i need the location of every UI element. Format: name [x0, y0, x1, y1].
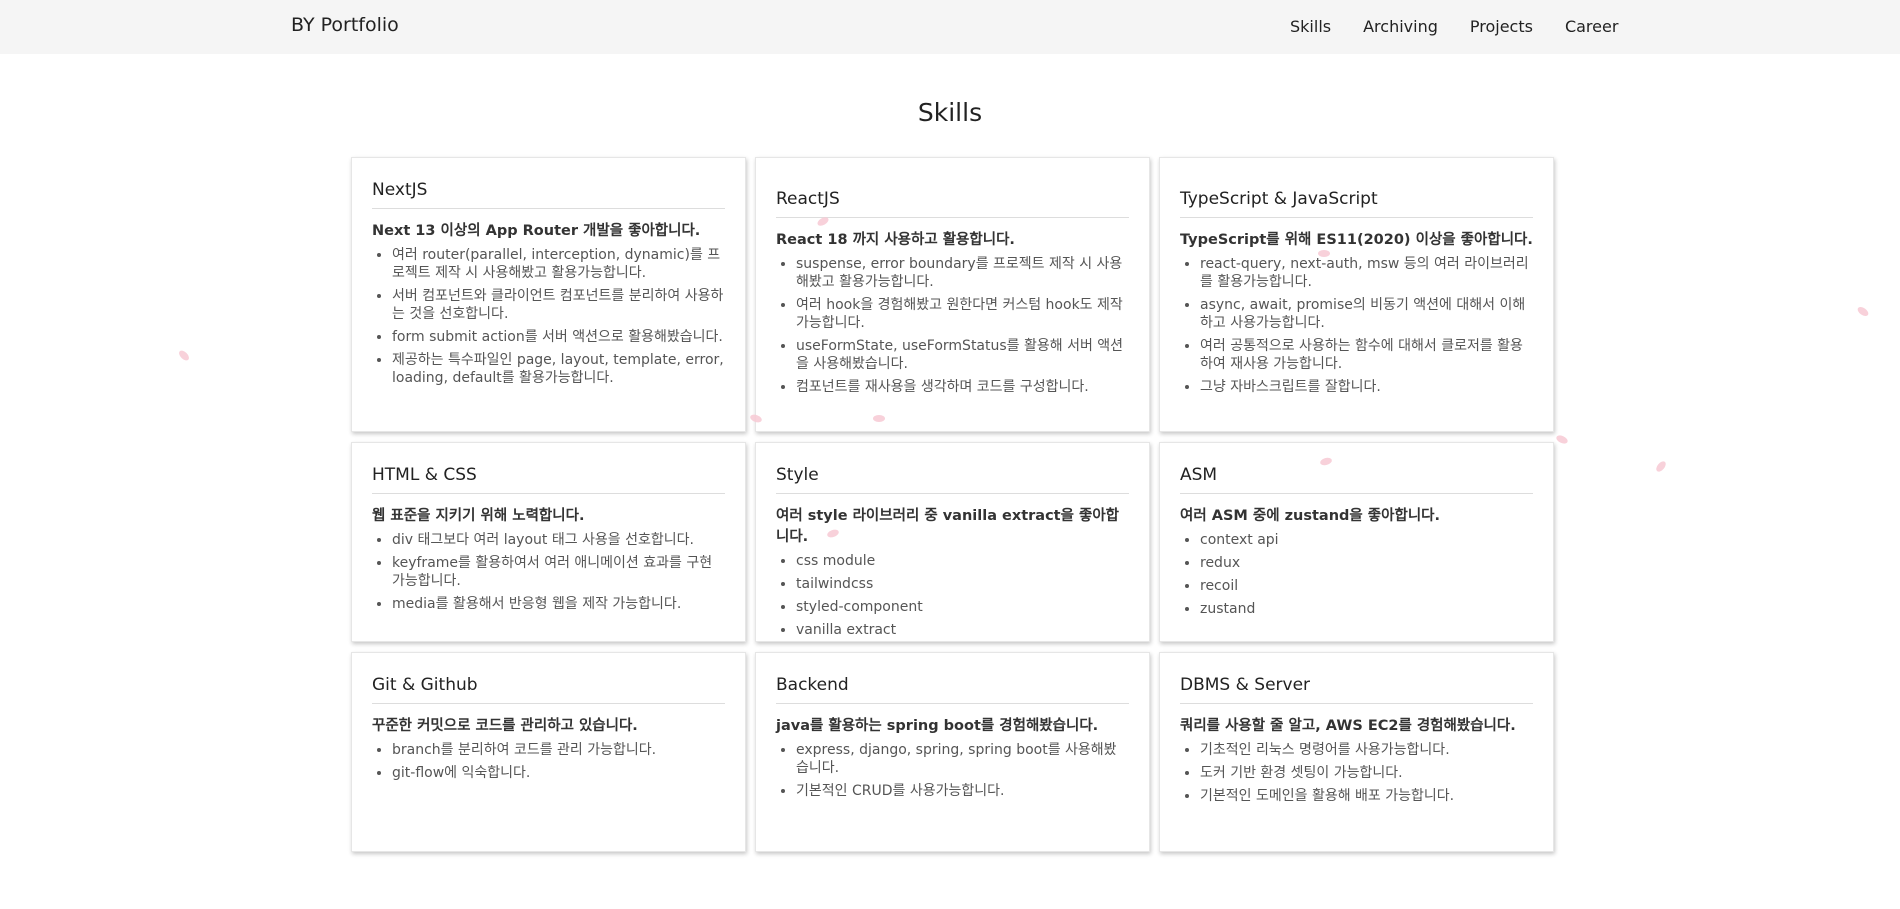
- card-subtitle: 쿼리를 사용할 줄 알고, AWS EC2를 경험해봤습니다.: [1180, 718, 1516, 734]
- list-item: express, django, spring, spring boot를 사용…: [796, 741, 1129, 777]
- card-list: div 태그보다 여러 layout 태그 사용을 선호합니다. keyfram…: [372, 531, 725, 618]
- main-nav: Skills Archiving Projects Career: [1290, 17, 1618, 36]
- card-list: react-query, next-auth, msw 등의 여러 라이브러리를…: [1180, 255, 1533, 401]
- skill-card-backend: Backend java를 활용하는 spring boot를 경험해봤습니다.…: [755, 652, 1150, 852]
- skill-card-dbms-server: DBMS & Server 쿼리를 사용할 줄 알고, AWS EC2를 경험해…: [1159, 652, 1554, 852]
- list-item: css module: [796, 552, 1129, 570]
- list-item: styled-component: [796, 598, 1129, 616]
- skill-card-style: Style 여러 style 라이브러리 중 vanilla extract을 …: [755, 442, 1150, 642]
- list-item: 제공하는 특수파일인 page, layout, template, error…: [392, 351, 725, 387]
- skill-card-typescript-javascript: TypeScript & JavaScript TypeScript를 위해 E…: [1159, 157, 1554, 432]
- list-item: div 태그보다 여러 layout 태그 사용을 선호합니다.: [392, 531, 725, 549]
- card-list: css module tailwindcss styled-component …: [776, 552, 1129, 644]
- list-item: keyframe를 활용하여서 여러 애니메이션 효과를 구현 가능합니다.: [392, 554, 725, 590]
- list-item: form submit action를 서버 액션으로 활용해봤습니다.: [392, 328, 725, 346]
- list-item: 여러 hook을 경험해봤고 원한다면 커스텀 hook도 제작가능합니다.: [796, 296, 1129, 332]
- card-list: suspense, error boundary를 프로젝트 제작 시 사용해봤…: [776, 255, 1129, 401]
- list-item: 그냥 자바스크립트를 잘합니다.: [1200, 378, 1533, 396]
- list-item: vanilla extract: [796, 621, 1129, 639]
- brand-logo[interactable]: BY Portfolio: [291, 14, 399, 36]
- card-title: ASM: [1180, 465, 1533, 494]
- list-item: react-query, next-auth, msw 등의 여러 라이브러리를…: [1200, 255, 1533, 291]
- skills-grid: NextJS Next 13 이상의 App Router 개발을 좋아합니다.…: [351, 157, 1554, 852]
- skill-card-reactjs: ReactJS React 18 까지 사용하고 활용합니다. suspense…: [755, 157, 1150, 432]
- card-subtitle: TypeScript를 위해 ES11(2020) 이상을 좋아합니다.: [1180, 231, 1533, 248]
- card-list: context api redux recoil zustand: [1180, 531, 1533, 623]
- top-navbar: BY Portfolio Skills Archiving Projects C…: [0, 0, 1900, 54]
- skill-card-git-github: Git & Github 꾸준한 커밋으로 코드를 관리하고 있습니다. bra…: [351, 652, 746, 852]
- card-subtitle: Next 13 이상의 App Router 개발을 좋아합니다.: [372, 223, 701, 239]
- list-item: useFormState, useFormStatus를 활용해 서버 액션을 …: [796, 337, 1129, 373]
- card-list: 기초적인 리눅스 명령어를 사용가능합니다. 도커 기반 환경 셋팅이 가능합니…: [1180, 741, 1533, 810]
- list-item: zustand: [1200, 600, 1533, 618]
- card-list: 여러 router(parallel, interception, dynami…: [372, 246, 725, 392]
- list-item: async, await, promise의 비동기 액션에 대해서 이해하고 …: [1200, 296, 1533, 332]
- petal-decoration: [1856, 305, 1870, 318]
- card-subtitle: 꾸준한 커밋으로 코드를 관리하고 있습니다.: [372, 718, 638, 734]
- petal-decoration: [177, 348, 191, 363]
- list-item: redux: [1200, 554, 1533, 572]
- petal-decoration: [873, 415, 885, 422]
- nav-link-archiving[interactable]: Archiving: [1363, 17, 1438, 36]
- card-title: HTML & CSS: [372, 465, 725, 494]
- card-list: branch를 분리하여 코드를 관리 가능합니다. git-flow에 익숙합…: [372, 741, 725, 787]
- nav-link-skills[interactable]: Skills: [1290, 17, 1331, 36]
- card-subtitle: 여러 style 라이브러리 중 vanilla extract을 좋아합니다.: [776, 508, 1120, 545]
- list-item: 기초적인 리눅스 명령어를 사용가능합니다.: [1200, 741, 1533, 759]
- card-title: ReactJS: [776, 189, 1129, 218]
- list-item: 기본적인 CRUD를 사용가능합니다.: [796, 782, 1129, 800]
- card-list: express, django, spring, spring boot를 사용…: [776, 741, 1129, 805]
- petal-decoration: [1654, 459, 1668, 474]
- list-item: git-flow에 익숙합니다.: [392, 764, 725, 782]
- card-subtitle: 여러 ASM 중에 zustand을 좋아합니다.: [1180, 508, 1441, 524]
- card-subtitle: 웹 표준을 지키기 위해 노력합니다.: [372, 508, 585, 524]
- card-title: NextJS: [372, 180, 725, 209]
- list-item: media를 활용해서 반응형 웹을 제작 가능합니다.: [392, 595, 725, 613]
- list-item: suspense, error boundary를 프로젝트 제작 시 사용해봤…: [796, 255, 1129, 291]
- petal-decoration: [1555, 433, 1569, 446]
- card-title: Backend: [776, 675, 1129, 704]
- nav-link-career[interactable]: Career: [1565, 17, 1618, 36]
- list-item: 서버 컴포넌트와 클라이언트 컴포넌트를 분리하여 사용하는 것을 선호합니다.: [392, 287, 725, 323]
- list-item: 기본적인 도메인을 활용해 배포 가능합니다.: [1200, 787, 1533, 805]
- card-subtitle: java를 활용하는 spring boot를 경험해봤습니다.: [776, 718, 1099, 734]
- card-title: Git & Github: [372, 675, 725, 704]
- card-title: DBMS & Server: [1180, 675, 1533, 704]
- list-item: recoil: [1200, 577, 1533, 595]
- skill-card-html-css: HTML & CSS 웹 표준을 지키기 위해 노력합니다. div 태그보다 …: [351, 442, 746, 642]
- list-item: branch를 분리하여 코드를 관리 가능합니다.: [392, 741, 725, 759]
- list-item: 여러 router(parallel, interception, dynami…: [392, 246, 725, 282]
- list-item: tailwindcss: [796, 575, 1129, 593]
- list-item: 여러 공통적으로 사용하는 함수에 대해서 클로저를 활용하여 재사용 가능합니…: [1200, 337, 1533, 373]
- card-title: Style: [776, 465, 1129, 494]
- card-title: TypeScript & JavaScript: [1180, 189, 1533, 218]
- list-item: 컴포넌트를 재사용을 생각하며 코드를 구성합니다.: [796, 378, 1129, 396]
- skill-card-asm: ASM 여러 ASM 중에 zustand을 좋아합니다. context ap…: [1159, 442, 1554, 642]
- list-item: 도커 기반 환경 셋팅이 가능합니다.: [1200, 764, 1533, 782]
- list-item: context api: [1200, 531, 1533, 549]
- skill-card-nextjs: NextJS Next 13 이상의 App Router 개발을 좋아합니다.…: [351, 157, 746, 432]
- petal-decoration: [1318, 250, 1330, 257]
- nav-link-projects[interactable]: Projects: [1470, 17, 1533, 36]
- section-title: Skills: [917, 98, 983, 127]
- card-subtitle: React 18 까지 사용하고 활용합니다.: [776, 231, 1015, 248]
